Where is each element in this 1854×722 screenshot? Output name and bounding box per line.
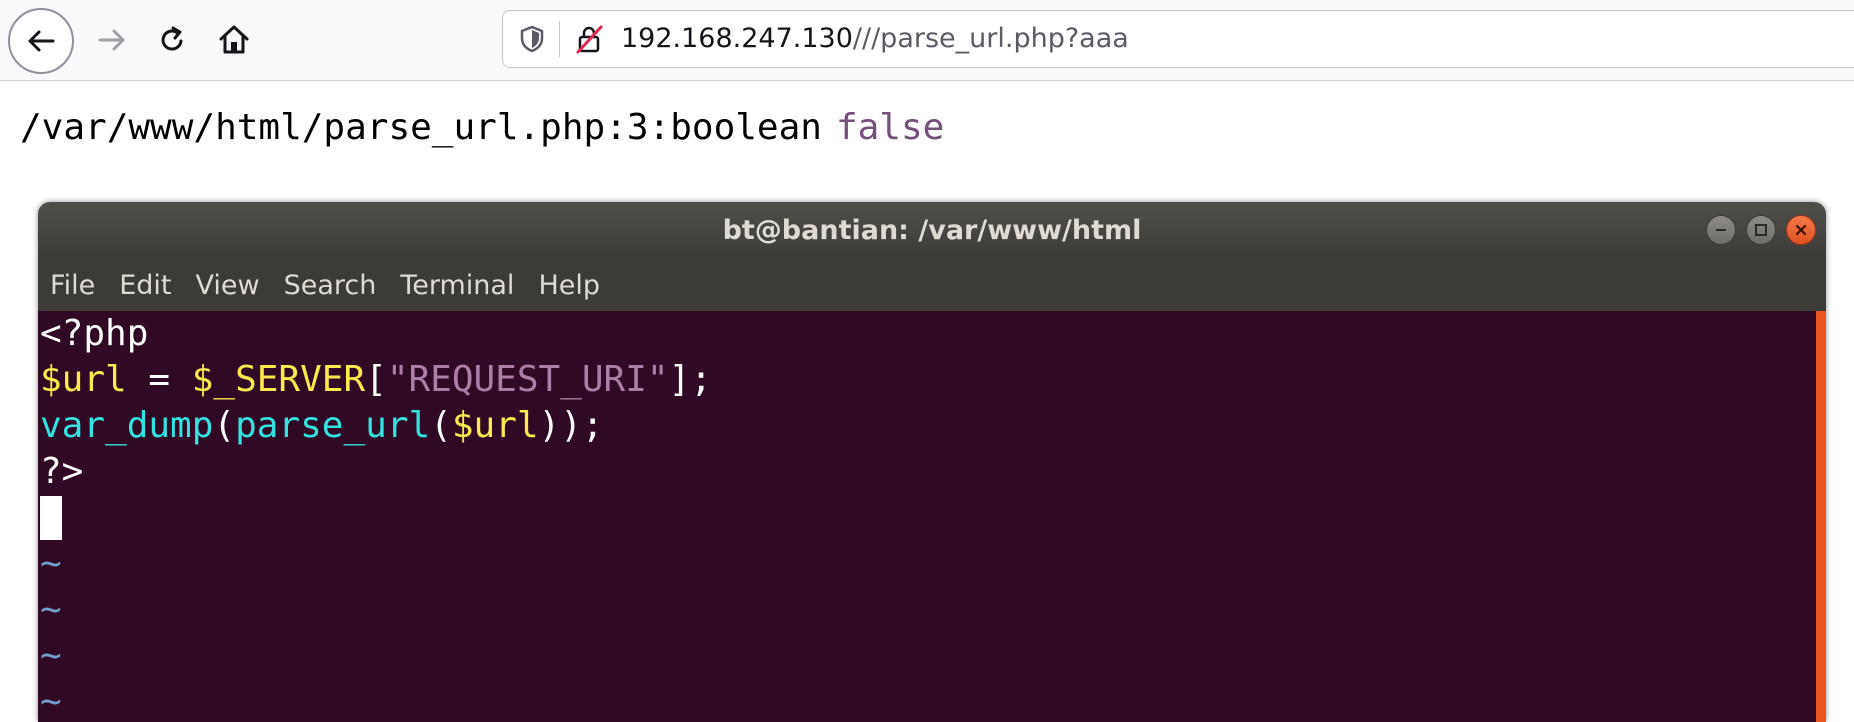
terminal-title: bt@bantian: /var/www/html — [722, 215, 1142, 246]
tracking-protection-shield-icon[interactable] — [517, 24, 547, 54]
minimize-button[interactable] — [1706, 215, 1736, 245]
code-token-paren-close: )); — [538, 405, 604, 446]
var-dump-value: false — [835, 107, 945, 148]
code-token-bracket-open: [ — [365, 359, 387, 400]
var-dump-output: /var/www/html/parse_url.php:3:boolean fal… — [20, 104, 944, 152]
reload-icon — [161, 26, 183, 51]
terminal-titlebar[interactable]: bt@bantian: /var/www/html — [38, 202, 1826, 259]
terminal-window: bt@bantian: /var/www/html File Edit View… — [38, 202, 1826, 722]
code-token-bracket-close: ]; — [668, 359, 712, 400]
code-token-eq: = — [126, 359, 192, 400]
arrow-left-icon — [28, 30, 55, 52]
url-separator — [559, 21, 560, 57]
empty-line-marker: ~ — [40, 635, 62, 676]
terminal-content[interactable]: <?php $url = $_SERVER["REQUEST_URI"]; va… — [38, 311, 1826, 722]
empty-line-marker: ~ — [40, 589, 62, 630]
code-token-parse-url: parse_url — [235, 405, 431, 446]
insecure-lock-icon[interactable] — [573, 23, 605, 55]
code-token-string: "REQUEST_URI" — [386, 359, 669, 400]
code-token-var: $url — [40, 359, 127, 400]
code-token-paren: ( — [213, 405, 236, 446]
menu-help[interactable]: Help — [538, 270, 600, 301]
code-token-server: $_SERVER — [191, 359, 366, 400]
terminal-scrollbar[interactable] — [1816, 311, 1826, 722]
menu-terminal[interactable]: Terminal — [400, 270, 514, 301]
back-button[interactable] — [8, 8, 74, 74]
text-cursor — [40, 496, 62, 540]
close-button[interactable] — [1786, 215, 1816, 245]
url-path: ///parse_url.php?aaa — [852, 23, 1129, 54]
home-button[interactable] — [208, 14, 260, 66]
url-text[interactable]: 192.168.247.130///parse_url.php?aaa — [621, 22, 1129, 56]
browser-toolbar: 192.168.247.130///parse_url.php?aaa — [0, 0, 1854, 81]
arrow-right-icon — [98, 29, 125, 51]
minimize-icon — [1716, 229, 1726, 231]
code-line-4: ?> — [40, 451, 84, 492]
menu-file[interactable]: File — [50, 270, 95, 301]
code-line-1: <?php — [40, 313, 149, 354]
url-bar[interactable]: 192.168.247.130///parse_url.php?aaa — [502, 10, 1854, 68]
menu-search[interactable]: Search — [284, 270, 377, 301]
maximize-button[interactable] — [1746, 215, 1776, 245]
maximize-icon — [1755, 224, 1767, 236]
reload-button[interactable] — [146, 14, 198, 66]
code-token-var: $url — [451, 405, 539, 446]
empty-line-marker: ~ — [40, 543, 62, 584]
code-line-3: var_dump(parse_url($url)); — [40, 403, 604, 449]
close-icon — [1795, 224, 1807, 236]
var-dump-label: /var/www/html/parse_url.php:3:boolean — [20, 107, 822, 148]
menu-view[interactable]: View — [195, 270, 259, 301]
code-line-2: $url = $_SERVER["REQUEST_URI"]; — [40, 357, 712, 403]
empty-line-marker: ~ — [40, 681, 62, 722]
forward-button[interactable] — [86, 14, 138, 66]
code-token-paren: ( — [430, 405, 452, 446]
menu-edit[interactable]: Edit — [119, 270, 171, 301]
url-host: 192.168.247.130 — [621, 23, 853, 54]
home-icon — [219, 25, 249, 54]
terminal-menubar: File Edit View Search Terminal Help — [38, 259, 1826, 311]
code-token-var-dump: var_dump — [40, 405, 214, 446]
